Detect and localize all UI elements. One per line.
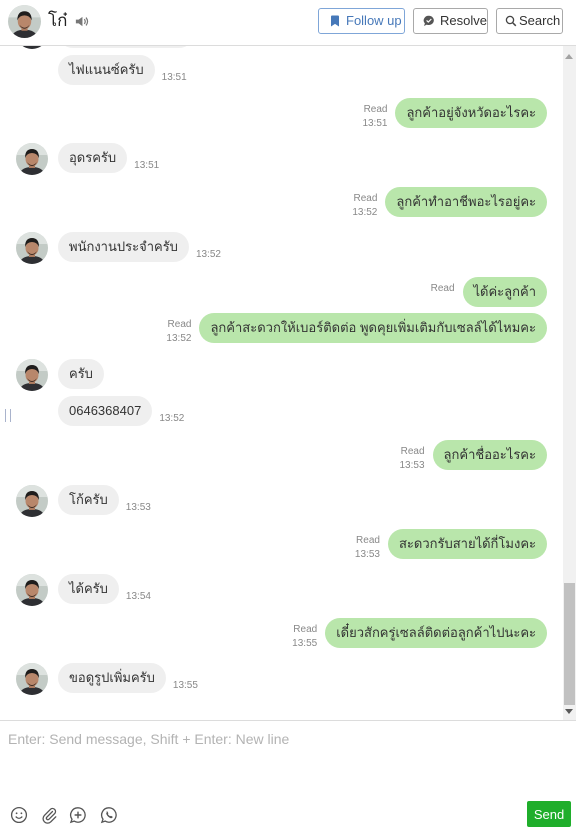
add-icon[interactable] bbox=[69, 806, 87, 824]
message-bubble: ครับ bbox=[58, 359, 104, 389]
message-list[interactable]: ไฟแนนซ์ครับ 13:51 ลูกค้าอยู่จังหวัดอะไรค… bbox=[0, 46, 563, 720]
contact-avatar[interactable] bbox=[16, 46, 48, 49]
message-bubble: ลูกค้าอยู่จังหวัดอะไรคะ bbox=[395, 98, 547, 128]
contact-avatar[interactable] bbox=[16, 359, 48, 391]
contact-avatar[interactable] bbox=[16, 663, 48, 695]
resolve-label: Resolve bbox=[440, 13, 487, 28]
message-row: ไฟแนนซ์ครับ 13:51 bbox=[58, 55, 187, 85]
message-meta: 13:55 bbox=[173, 679, 198, 693]
message-composer: Send bbox=[0, 720, 576, 828]
message-bubble: ลูกค้าชื่ออะไรคะ bbox=[432, 440, 547, 470]
search-button[interactable]: Search bbox=[496, 8, 563, 34]
contact-avatar[interactable] bbox=[8, 5, 41, 38]
read-status: Read bbox=[353, 193, 378, 204]
resolve-chat-icon bbox=[423, 15, 435, 27]
message-bubble: ลูกค้าสะดวกให้เบอร์ติดต่อ พูดคุยเพิ่มเติ… bbox=[199, 313, 547, 343]
message-row: ลูกค้าชื่ออะไรคะ Read 13:53 bbox=[400, 440, 547, 473]
scrollbar-thumb[interactable] bbox=[564, 583, 575, 705]
message-input[interactable] bbox=[8, 730, 563, 796]
message-meta: Read 13:52 bbox=[352, 187, 377, 220]
message-time: 13:53 bbox=[354, 549, 380, 560]
contact-name: โก๋ bbox=[48, 11, 68, 30]
contact-avatar[interactable] bbox=[16, 143, 48, 175]
message-row: 0646368407 13:52 bbox=[58, 396, 184, 426]
message-scrollbar[interactable] bbox=[563, 46, 576, 720]
bookmark-icon bbox=[329, 15, 341, 27]
read-status: Read bbox=[293, 624, 318, 635]
message-meta: Read 13:55 bbox=[292, 618, 317, 651]
message-meta: 13:51 bbox=[134, 159, 159, 173]
read-status: Read bbox=[167, 319, 192, 330]
message-bubble: สะดวกรับสายได้กี่โมงคะ bbox=[387, 529, 547, 559]
contact-avatar[interactable] bbox=[16, 232, 48, 264]
message-meta: 13:54 bbox=[126, 590, 151, 604]
message-bubble: อุดรครับ bbox=[58, 143, 128, 173]
message-bubble: ได้ครับ bbox=[58, 574, 119, 604]
message-row: ลูกค้าทำอาชีพอะไรอยู่คะ Read 13:52 bbox=[352, 187, 547, 220]
message-bubble: เดี๋ยวสักครู่เซลล์ติดต่อลูกค้าไปนะคะ bbox=[325, 618, 547, 648]
message-time: 13:52 bbox=[159, 413, 185, 424]
message-meta: 13:52 bbox=[159, 412, 184, 426]
message-row: ได้ครับ 13:54 bbox=[58, 574, 151, 604]
follow-up-button[interactable]: Follow up bbox=[318, 8, 405, 34]
message-meta: 13:51 bbox=[162, 71, 187, 85]
message-bubble: 0646368407 bbox=[58, 396, 153, 426]
call-icon[interactable] bbox=[100, 806, 118, 824]
message-time: 13:54 bbox=[125, 591, 151, 602]
message-bubble: พนักงานประจำครับ bbox=[58, 232, 189, 262]
emoji-icon[interactable] bbox=[10, 806, 28, 824]
message-meta: Read 13:51 bbox=[362, 98, 387, 131]
message-meta: Read 13:52 bbox=[166, 313, 191, 346]
message-row: ลูกค้าอยู่จังหวัดอะไรคะ Read 13:51 bbox=[362, 98, 547, 131]
message-row: โก้ครับ 13:53 bbox=[58, 485, 151, 515]
read-status: Read bbox=[430, 283, 455, 294]
contact-avatar[interactable] bbox=[16, 485, 48, 517]
message-time: 13:51 bbox=[134, 160, 160, 171]
message-meta: 13:52 bbox=[196, 248, 221, 262]
message-meta: Read bbox=[431, 277, 455, 296]
message-time: 13:52 bbox=[195, 249, 221, 260]
read-status: Read bbox=[356, 535, 380, 546]
search-label: Search bbox=[519, 13, 561, 28]
message-time: 13:55 bbox=[172, 680, 198, 691]
message-time: 13:52 bbox=[352, 207, 378, 218]
message-time: 13:53 bbox=[399, 460, 425, 471]
message-bubble bbox=[58, 46, 194, 48]
message-bubble: ได้ค่ะลูกค้า bbox=[462, 277, 547, 307]
message-row: พนักงานประจำครับ 13:52 bbox=[58, 232, 221, 262]
contact-avatar[interactable] bbox=[16, 574, 48, 606]
message-time: 13:52 bbox=[166, 333, 192, 344]
chat-header: โก๋ Follow up Resolve Search bbox=[0, 0, 576, 46]
message-row: อุดรครับ 13:51 bbox=[58, 143, 159, 173]
message-row: ขอดูรูปเพิ่มครับ 13:55 bbox=[58, 663, 198, 693]
message-meta: 13:53 bbox=[126, 501, 151, 515]
attachment-icon[interactable] bbox=[40, 806, 58, 824]
message-time: 13:51 bbox=[362, 118, 388, 129]
message-row: ครับ bbox=[58, 359, 104, 389]
read-status: Read bbox=[400, 446, 425, 457]
speaker-icon[interactable] bbox=[74, 14, 89, 29]
message-bubble: ขอดูรูปเพิ่มครับ bbox=[58, 663, 166, 693]
read-status: Read bbox=[363, 104, 388, 115]
message-time: 13:53 bbox=[125, 502, 151, 513]
message-row: ได้ค่ะลูกค้า Read bbox=[431, 277, 547, 307]
message-bubble: โก้ครับ bbox=[58, 485, 119, 515]
scroll-down-arrow-icon[interactable] bbox=[565, 709, 573, 714]
scroll-up-arrow-icon[interactable] bbox=[565, 54, 573, 59]
message-bubble: ลูกค้าทำอาชีพอะไรอยู่คะ bbox=[385, 187, 547, 217]
search-icon bbox=[505, 15, 517, 27]
message-time: 13:51 bbox=[161, 72, 187, 83]
resize-handle[interactable] bbox=[5, 409, 11, 422]
send-button[interactable]: Send bbox=[527, 801, 571, 827]
follow-up-label: Follow up bbox=[346, 13, 402, 28]
resolve-button[interactable]: Resolve bbox=[413, 8, 488, 34]
message-row bbox=[58, 46, 194, 48]
message-meta: Read 13:53 bbox=[400, 440, 425, 473]
message-row: สะดวกรับสายได้กี่โมงคะ Read 13:53 bbox=[355, 529, 547, 562]
message-row: เดี๋ยวสักครู่เซลล์ติดต่อลูกค้าไปนะคะ Rea… bbox=[292, 618, 547, 651]
message-time: 13:55 bbox=[292, 638, 318, 649]
message-row: ลูกค้าสะดวกให้เบอร์ติดต่อ พูดคุยเพิ่มเติ… bbox=[166, 313, 547, 346]
message-bubble: ไฟแนนซ์ครับ bbox=[58, 55, 155, 85]
message-meta: Read 13:53 bbox=[355, 529, 380, 562]
